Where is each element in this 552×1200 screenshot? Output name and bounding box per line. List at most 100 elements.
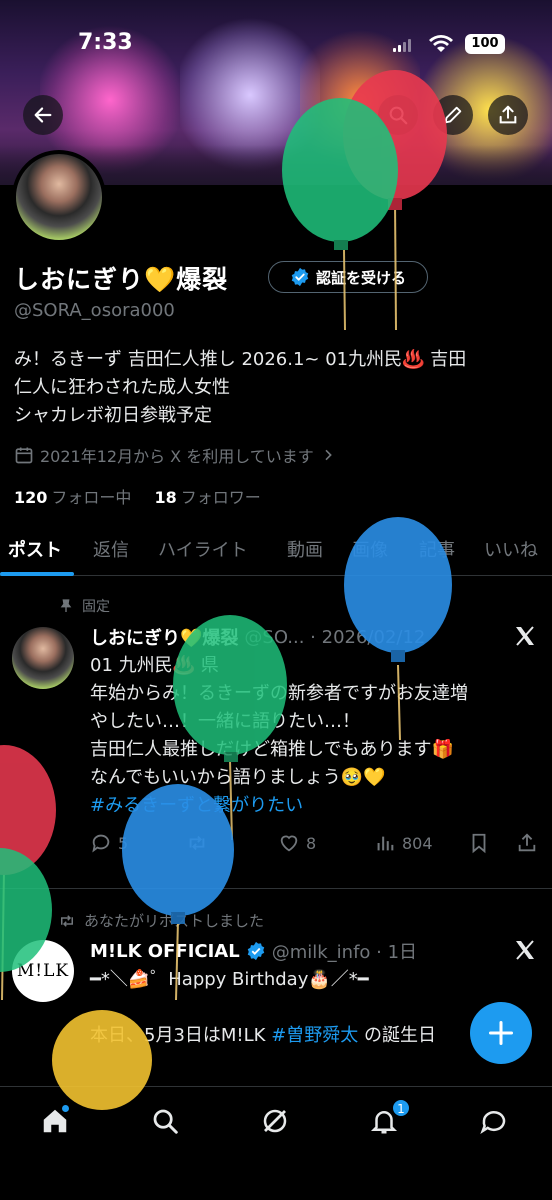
view-count: 804	[402, 833, 433, 853]
status-bar: 7:33 100	[0, 30, 552, 60]
post-line-text: 本日、5月3日はM!LK	[90, 1025, 272, 1046]
follow-stats: 120 フォロー中 18 フォロワー	[14, 484, 261, 508]
followers-link[interactable]: 18 フォロワー	[155, 488, 261, 507]
tab-highlights[interactable]: ハイライト	[158, 536, 248, 562]
views-button[interactable]: 804	[374, 832, 433, 854]
search-icon	[153, 1109, 178, 1134]
tab-posts[interactable]: ポスト	[8, 536, 62, 562]
reply-button[interactable]: 5	[90, 832, 128, 854]
following-count: 120	[14, 488, 48, 507]
status-time: 7:33	[78, 30, 133, 55]
messages-icon	[480, 1111, 506, 1135]
post-header: M!LK OFFICIAL @milk_info · 1日	[90, 938, 417, 964]
grok-icon	[263, 1109, 287, 1133]
post-header: しおにぎり💛爆裂 @SO... · 2026/02/12	[90, 624, 425, 650]
home-unread-dot	[62, 1105, 69, 1112]
edit-button[interactable]	[433, 95, 473, 135]
joined-date[interactable]: 2021年12月から X を利用しています	[14, 443, 336, 467]
repost-indicator: あなたがリポストしました	[58, 910, 264, 931]
nav-search[interactable]	[147, 1103, 183, 1139]
tab-videos[interactable]: 動画	[287, 536, 323, 562]
following-link[interactable]: 120 フォロー中	[14, 488, 131, 507]
post-line: なんでもいいから語りましょう🥹💛	[90, 767, 386, 788]
battery-indicator: 100	[465, 34, 505, 54]
views-icon	[377, 836, 394, 851]
wifi-icon	[429, 35, 453, 52]
post-meta: @SO... · 2026/02/12	[244, 626, 426, 648]
x-logo-icon[interactable]	[513, 624, 537, 648]
bookmark-icon	[472, 833, 486, 854]
nav-messages[interactable]	[476, 1103, 512, 1139]
bottom-navigation: 1	[0, 1086, 552, 1200]
share-icon	[518, 833, 536, 852]
share-post-button[interactable]	[516, 832, 538, 854]
tab-articles[interactable]: 記事	[419, 536, 455, 562]
repost-button[interactable]	[186, 832, 208, 854]
post-line: 年始からみ！るきーずの新参者ですがお友達増	[90, 683, 468, 704]
search-button[interactable]	[378, 95, 418, 135]
reply-icon	[92, 834, 110, 853]
post-actions: 5 8 804	[90, 832, 540, 858]
get-verified-button[interactable]: 認証を受ける	[268, 261, 428, 293]
pin-icon	[60, 599, 72, 612]
profile-name: しおにぎり💛爆裂	[14, 265, 229, 294]
search-icon	[389, 106, 408, 125]
like-count: 8	[306, 833, 317, 853]
tab-likes[interactable]: いいね	[484, 536, 538, 562]
post-line: やしたい…！一緒に語りたい…！	[90, 711, 360, 732]
verified-badge-icon	[291, 267, 309, 287]
notification-badge: 1	[392, 1099, 410, 1117]
post-hashtag[interactable]: #曽野舜太	[271, 1025, 358, 1046]
signal-icon	[393, 38, 413, 52]
post-line-text: の誕生日	[358, 1025, 437, 1046]
profile-handle: @SORA_osora000	[14, 300, 175, 321]
repost-label: あなたがリポストしました	[84, 912, 265, 930]
post-meta: @milk_info · 1日	[271, 942, 418, 963]
compose-icon	[488, 1020, 514, 1046]
get-verified-label: 認証を受ける	[315, 268, 406, 287]
bio-line: シャカレボ初日参戦予定	[14, 405, 212, 426]
post-line: 本日、5月3日はM!LK #曽野舜太 の誕生日	[90, 1022, 530, 1050]
calendar-icon	[15, 447, 33, 464]
profile-name-row: しおにぎり💛爆裂	[14, 258, 228, 298]
post-text: ━*＼🍰゜Happy Birthday🎂／*━ 本日、5月3日はM!LK #曽野…	[90, 966, 530, 1050]
nav-grok[interactable]	[257, 1103, 293, 1139]
x-logo-icon[interactable]	[513, 938, 537, 962]
post-hashtag[interactable]: #みるきーずと繋がりたい	[90, 792, 530, 820]
followers-label: フォロワー	[180, 488, 261, 507]
profile-tabs: ポスト 返信 ハイライト 動画 画像 記事 いいね	[0, 530, 552, 576]
post-line: 01 九州民♨️ 県	[90, 655, 219, 676]
tab-replies[interactable]: 返信	[93, 536, 129, 562]
back-button[interactable]	[23, 95, 63, 135]
profile-avatar[interactable]	[12, 150, 106, 244]
post-divider	[0, 888, 552, 889]
post-author-name[interactable]: M!LK OFFICIAL	[90, 941, 240, 962]
bio-line: 仁人に狂わされた成人女性	[14, 377, 230, 398]
reply-count: 5	[118, 833, 129, 853]
verified-badge-icon	[247, 941, 264, 961]
repost-icon	[61, 914, 73, 927]
pinned-indicator: 固定	[58, 596, 110, 616]
following-label: フォロー中	[51, 488, 132, 507]
bookmark-button[interactable]	[468, 832, 490, 854]
post-text: 01 九州民♨️ 県 年始からみ！るきーずの新参者ですがお友達増 やしたい…！一…	[90, 652, 530, 820]
post-author-avatar[interactable]	[12, 627, 74, 689]
post-author-name[interactable]: しおにぎり💛爆裂	[90, 624, 238, 650]
back-arrow-icon	[34, 107, 52, 123]
profile-bio: み！るきーず 吉田仁人推し 2026.1~ 01九州民♨️ 吉田 仁人に狂わされ…	[14, 346, 534, 430]
edit-icon	[444, 106, 462, 124]
like-icon	[280, 835, 298, 852]
followers-count: 18	[154, 488, 177, 507]
post-author-avatar[interactable]: M!LK	[12, 940, 74, 1002]
share-icon	[499, 105, 517, 124]
chevron-right-icon	[325, 449, 332, 461]
joined-label: 2021年12月から X を利用しています	[40, 447, 314, 466]
share-button[interactable]	[488, 95, 528, 135]
like-button[interactable]: 8	[278, 832, 316, 854]
active-tab-indicator	[0, 572, 74, 576]
repost-icon	[189, 835, 205, 851]
compose-button[interactable]	[470, 1002, 532, 1064]
milk-logo-text: M!LK	[16, 961, 70, 981]
tab-photos[interactable]: 画像	[352, 536, 388, 562]
post-line: ━*＼🍰゜Happy Birthday🎂／*━	[90, 969, 369, 990]
